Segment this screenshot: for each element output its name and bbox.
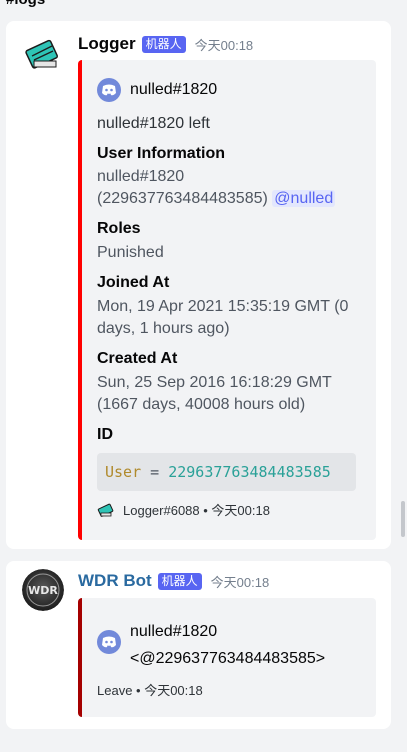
message-card: WDR WDR Bot 机器人 今天00:18 nulled#1820 <@22… [6, 561, 391, 729]
field-value: Punished [97, 244, 164, 261]
bot-tag: 机器人 [141, 35, 186, 53]
message-card: Logger 机器人 今天00:18 nulled#1820 nulled#18… [6, 21, 391, 549]
user-mention[interactable]: @nulled [272, 190, 336, 207]
wdr-logo-icon[interactable]: WDR [22, 569, 64, 611]
notepad-icon [97, 503, 114, 517]
channel-title: #logs [6, 0, 45, 8]
embed-author-name[interactable]: nulled#1820 <@229637763484483585> [130, 618, 325, 672]
author-name[interactable]: WDR Bot [78, 571, 152, 591]
field-value: Mon, 19 Apr 2021 15:35:19 GMT (0 days, 1… [97, 298, 349, 337]
embed-description: nulled#1820 left [97, 115, 210, 132]
field-value: Sun, 25 Sep 2016 16:18:29 GMT (1667 days… [97, 374, 332, 413]
embed-footer: Leave • 今天00:18 [97, 683, 203, 698]
discord-icon [97, 630, 121, 654]
field-name: Created At [97, 350, 178, 367]
field-name: ID [97, 426, 113, 443]
embed: nulled#1820 <@229637763484483585> Leave … [78, 598, 376, 717]
field-name: User Information [97, 145, 226, 162]
embed-footer: Logger#6088 • 今天00:18 [97, 500, 270, 519]
timestamp[interactable]: 今天00:18 [195, 35, 254, 54]
timestamp[interactable]: 今天00:18 [211, 572, 270, 591]
embed: nulled#1820 nulled#1820 left User Inform… [78, 60, 376, 540]
embed-author-name[interactable]: nulled#1820 [130, 81, 217, 99]
field-name: Roles [97, 220, 141, 237]
author-name[interactable]: Logger [78, 34, 136, 54]
notepad-icon[interactable] [22, 31, 64, 73]
scrollbar-thumb[interactable] [401, 501, 405, 537]
svg-text:WDR: WDR [28, 584, 58, 597]
code-block[interactable]: User = 229637763484483585 [97, 453, 356, 491]
field-value: nulled#1820 (229637763484483585) @nulled [97, 168, 336, 207]
field-name: Joined At [97, 274, 170, 291]
discord-icon [97, 78, 121, 102]
bot-tag: 机器人 [157, 572, 202, 590]
